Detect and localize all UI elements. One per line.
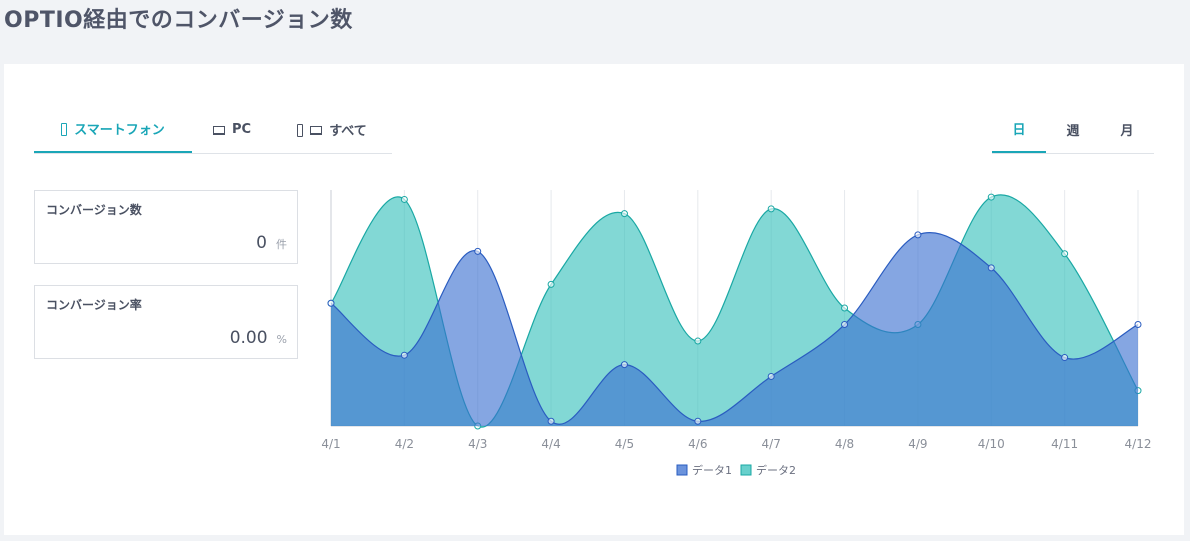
conversion-area-chart: 4/1 4/2 4/3 4/4 4/5 4/6 4/7 4/8 4/9 4/10 4/11 4/12 デ… bbox=[321, 190, 1152, 477]
legend-label-2: データ2 bbox=[756, 463, 796, 477]
series-1-point bbox=[327, 299, 335, 307]
x-tick-label: 4/4 bbox=[541, 437, 560, 451]
series-1-point bbox=[841, 321, 849, 329]
series-2-point bbox=[987, 193, 995, 201]
series-2-point bbox=[620, 210, 628, 218]
series-2-point bbox=[1061, 250, 1069, 258]
x-tick-label: 4/1 bbox=[321, 437, 340, 451]
series-1-point bbox=[694, 417, 702, 425]
series-1-point bbox=[547, 417, 555, 425]
x-tick-label: 4/11 bbox=[1051, 437, 1078, 451]
x-tick-label: 4/5 bbox=[615, 437, 634, 451]
page-title: OPTIO経由でのコンバージョン数 bbox=[4, 8, 353, 33]
x-tick-label: 4/2 bbox=[395, 437, 414, 451]
x-tick-label: 4/9 bbox=[908, 437, 927, 451]
chart-card: スマートフォン PC すべて 日 週 月 コンバージョン数 0 件 コンバージョ… bbox=[4, 64, 1184, 535]
x-tick-label: 4/7 bbox=[762, 437, 781, 451]
series-1-point bbox=[474, 247, 482, 255]
legend-swatch-2 bbox=[740, 464, 752, 476]
legend-swatch-1 bbox=[676, 464, 688, 476]
legend-label-1: データ1 bbox=[692, 463, 732, 477]
series-2-point bbox=[841, 304, 849, 312]
series-1-point bbox=[987, 264, 995, 272]
series-1-point bbox=[1134, 321, 1142, 329]
x-tick-label: 4/12 bbox=[1125, 437, 1152, 451]
series-1-point bbox=[620, 361, 628, 369]
x-tick-label: 4/3 bbox=[468, 437, 487, 451]
series-1-point bbox=[914, 231, 922, 239]
x-tick-label: 4/10 bbox=[978, 437, 1005, 451]
series-2-point bbox=[694, 337, 702, 345]
series-1-point bbox=[400, 351, 408, 359]
series-1-point bbox=[767, 372, 775, 380]
series-2-point bbox=[400, 195, 408, 203]
series-2-point bbox=[547, 280, 555, 288]
series-2-point bbox=[767, 205, 775, 213]
x-tick-label: 4/6 bbox=[688, 437, 707, 451]
series-1-point bbox=[1061, 354, 1069, 362]
x-tick-label: 4/8 bbox=[835, 437, 854, 451]
